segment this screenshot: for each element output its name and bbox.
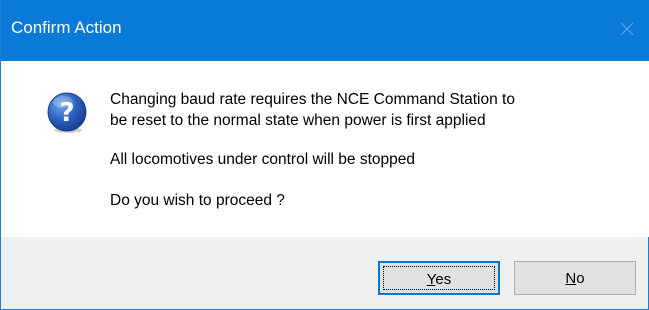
no-label-rest: o bbox=[576, 270, 585, 287]
message-line-3: All locomotives under control will be st… bbox=[110, 151, 415, 168]
question-icon: ? bbox=[47, 92, 87, 133]
no-button[interactable]: No bbox=[514, 261, 636, 295]
confirm-dialog: Confirm Action ? Changing baud rate requ… bbox=[0, 0, 649, 310]
yes-button-label: Yes bbox=[380, 271, 498, 288]
title-bar: Confirm Action bbox=[1, 0, 649, 61]
close-icon bbox=[620, 22, 634, 36]
yes-label-rest: es bbox=[435, 271, 452, 288]
yes-button[interactable]: Yes bbox=[378, 261, 500, 295]
message-line-1: Changing baud rate requires the NCE Comm… bbox=[110, 91, 515, 108]
svg-text:?: ? bbox=[59, 98, 74, 128]
button-bar: Yes No bbox=[1, 237, 648, 309]
message-area: ? Changing baud rate requires the NCE Co… bbox=[1, 61, 649, 237]
no-button-label: No bbox=[515, 270, 635, 287]
window-title: Confirm Action bbox=[11, 18, 122, 37]
no-mnemonic: N bbox=[565, 270, 577, 287]
message-line-4: Do you wish to proceed ? bbox=[110, 192, 285, 209]
message-line-2: be reset to the normal state when power … bbox=[110, 112, 486, 129]
close-button[interactable] bbox=[604, 0, 649, 61]
